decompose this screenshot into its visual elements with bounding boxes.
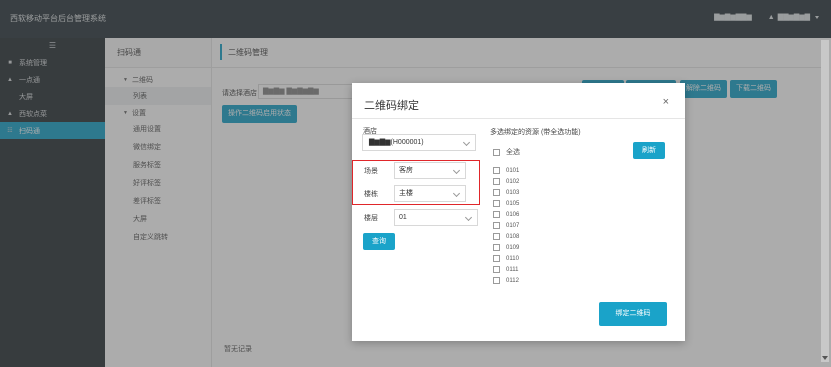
scroll-down-icon[interactable] bbox=[822, 356, 828, 360]
refresh-button[interactable]: 刷新 bbox=[633, 142, 665, 159]
bind-qrcode-button[interactable]: 绑定二维码 bbox=[599, 302, 667, 326]
select-all-checkbox[interactable] bbox=[493, 148, 500, 156]
room-row[interactable]: 0111 bbox=[493, 266, 518, 273]
room-checkbox[interactable] bbox=[493, 178, 500, 185]
room-checkbox[interactable] bbox=[493, 244, 500, 251]
room-label: 0101 bbox=[506, 167, 520, 174]
chevron-down-icon bbox=[462, 138, 471, 147]
room-row[interactable]: 0101 bbox=[493, 167, 519, 174]
room-checkbox[interactable] bbox=[493, 211, 500, 218]
level-select[interactable]: 01 bbox=[394, 209, 478, 226]
room-row[interactable]: 0109 bbox=[493, 244, 519, 251]
chevron-down-icon bbox=[452, 166, 461, 175]
room-row[interactable]: 0102 bbox=[493, 178, 519, 185]
resource-title: 多选绑定的资源 (带全选功能) bbox=[490, 129, 581, 136]
room-label: 0108 bbox=[506, 233, 520, 240]
chevron-down-icon bbox=[464, 213, 473, 222]
qrcode-bind-dialog: 二维码绑定 × 酒店 ▇▆▇▆(H000001) 场景 客房 楼栋 主楼 楼层 … bbox=[352, 83, 685, 341]
room-checkbox[interactable] bbox=[493, 266, 500, 273]
room-label: 0102 bbox=[506, 178, 520, 185]
scrollbar[interactable] bbox=[821, 40, 829, 362]
room-label: 0111 bbox=[506, 266, 519, 273]
close-icon[interactable]: × bbox=[663, 96, 669, 108]
room-label: 0107 bbox=[506, 222, 520, 229]
scene-label: 场景 bbox=[364, 168, 378, 175]
query-button[interactable]: 查询 bbox=[363, 233, 395, 250]
room-row[interactable]: 0110 bbox=[493, 255, 519, 262]
select-all-row[interactable]: 全选 bbox=[493, 147, 520, 157]
room-checkbox[interactable] bbox=[493, 200, 500, 207]
room-row[interactable]: 0112 bbox=[493, 277, 519, 284]
room-label: 0109 bbox=[506, 244, 520, 251]
room-label: 0110 bbox=[506, 255, 519, 262]
room-checkbox[interactable] bbox=[493, 233, 500, 240]
scene-select[interactable]: 客房 bbox=[394, 162, 466, 179]
building-select[interactable]: 主楼 bbox=[394, 185, 466, 202]
room-checkbox[interactable] bbox=[493, 255, 500, 262]
dialog-title: 二维码绑定 bbox=[364, 100, 419, 112]
room-row[interactable]: 0108 bbox=[493, 233, 519, 240]
divider bbox=[352, 118, 685, 119]
room-label: 0103 bbox=[506, 189, 520, 196]
building-label: 楼栋 bbox=[364, 191, 378, 198]
store-select[interactable]: ▇▆▇▆(H000001) bbox=[362, 134, 476, 151]
level-label: 楼层 bbox=[364, 215, 378, 222]
chevron-down-icon bbox=[452, 189, 461, 198]
room-row[interactable]: 0103 bbox=[493, 189, 519, 196]
room-row[interactable]: 0106 bbox=[493, 211, 519, 218]
room-row[interactable]: 0105 bbox=[493, 200, 519, 207]
room-checkbox[interactable] bbox=[493, 189, 500, 196]
room-checkbox[interactable] bbox=[493, 167, 500, 174]
room-label: 0106 bbox=[506, 211, 520, 218]
room-checkbox[interactable] bbox=[493, 277, 500, 284]
room-checkbox[interactable] bbox=[493, 222, 500, 229]
room-label: 0112 bbox=[506, 277, 519, 284]
room-label: 0105 bbox=[506, 200, 520, 207]
room-row[interactable]: 0107 bbox=[493, 222, 519, 229]
